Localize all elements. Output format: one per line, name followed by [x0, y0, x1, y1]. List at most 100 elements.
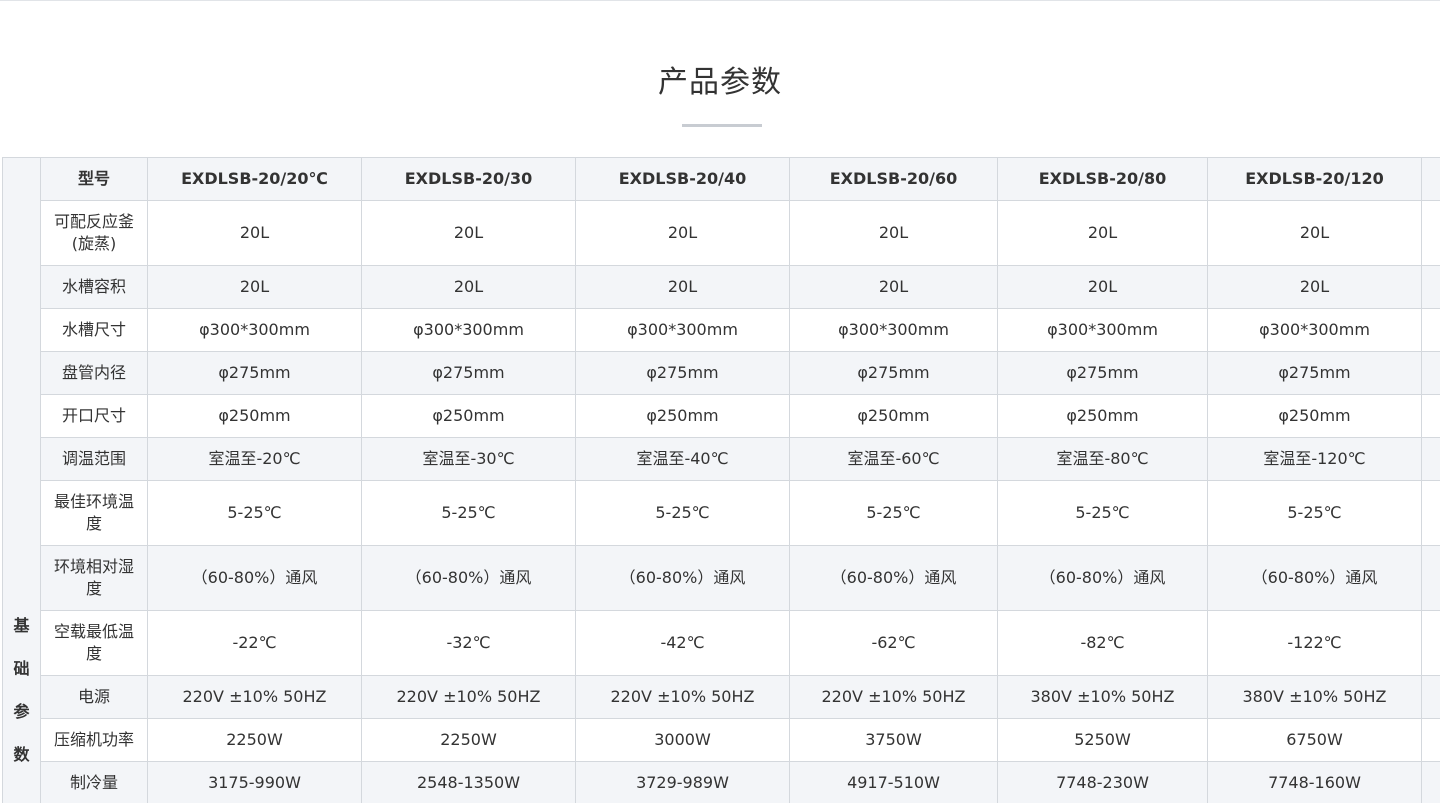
row-label: 水槽容积 — [40, 265, 148, 309]
row-value: 20L — [575, 200, 790, 266]
table-row: 开口尺寸 φ250mm φ250mm φ250mm φ250mm φ250mm … — [3, 394, 1440, 438]
row-value: φ275mm — [1207, 351, 1422, 395]
header-model: EXDLSB-20/30 — [361, 157, 576, 201]
header-model: EXDLSB-20/20℃ — [147, 157, 362, 201]
row-label: 可配反应釜(旋蒸) — [40, 200, 148, 266]
row-value: -42℃ — [575, 610, 790, 676]
table-row: 最佳环境温度 5-25℃ 5-25℃ 5-25℃ 5-25℃ 5-25℃ 5-2… — [3, 480, 1440, 546]
row-value: 220V ±10% 50HZ — [575, 675, 790, 719]
row-value: 20L — [147, 200, 362, 266]
row-value: φ250mm — [789, 394, 998, 438]
header-model: EXDLSB-20/40 — [575, 157, 790, 201]
table-row: 盘管内径 φ275mm φ275mm φ275mm φ275mm φ275mm … — [3, 351, 1440, 395]
table-row: 水槽尺寸 φ300*300mm φ300*300mm φ300*300mm φ3… — [3, 308, 1440, 352]
row-value: φ275mm — [575, 351, 790, 395]
row-overflow-cell — [1421, 200, 1440, 266]
table-row: 空载最低温度 -22℃ -32℃ -42℃ -62℃ -82℃ -122℃ — [3, 610, 1440, 676]
row-label: 水槽尺寸 — [40, 308, 148, 352]
row-value: 2548-1350W — [361, 761, 576, 803]
row-value: -122℃ — [1207, 610, 1422, 676]
row-value: -22℃ — [147, 610, 362, 676]
row-value: （60-80%）通风 — [789, 545, 998, 611]
header-label: 型号 — [40, 157, 148, 201]
row-value: （60-80%）通风 — [361, 545, 576, 611]
row-value: 5-25℃ — [147, 480, 362, 546]
table-row: 调温范围 室温至-20℃ 室温至-30℃ 室温至-40℃ 室温至-60℃ 室温至… — [3, 437, 1440, 481]
group-label: 基 础 参 数 — [3, 186, 40, 776]
row-value: （60-80%）通风 — [1207, 545, 1422, 611]
table-row: 制冷量 3175-990W 2548-1350W 3729-989W 4917-… — [3, 761, 1440, 803]
row-value: 380V ±10% 50HZ — [1207, 675, 1422, 719]
row-value: 室温至-40℃ — [575, 437, 790, 481]
row-value: 5-25℃ — [1207, 480, 1422, 546]
row-value: 4917-510W — [789, 761, 998, 803]
table-header-row: 基 础 参 数 型号 EXDLSB-20/20℃ EXDLSB-20/30 EX… — [2, 157, 1440, 803]
row-value: φ275mm — [997, 351, 1208, 395]
row-value: 20L — [997, 200, 1208, 266]
group-label-char: 础 — [13, 659, 30, 678]
row-value: φ275mm — [789, 351, 998, 395]
row-value: 20L — [789, 265, 998, 309]
row-value: -82℃ — [997, 610, 1208, 676]
row-value: 3000W — [575, 718, 790, 762]
row-value: 室温至-60℃ — [789, 437, 998, 481]
row-value: 20L — [361, 200, 576, 266]
row-label: 制冷量 — [40, 761, 148, 803]
row-value: 7748-230W — [997, 761, 1208, 803]
row-value: 3175-990W — [147, 761, 362, 803]
table-row: 电源 220V ±10% 50HZ 220V ±10% 50HZ 220V ±1… — [3, 675, 1440, 719]
group-label-char: 数 — [13, 745, 30, 764]
row-value: 室温至-30℃ — [361, 437, 576, 481]
row-value: 5-25℃ — [361, 480, 576, 546]
row-overflow-cell — [1421, 351, 1440, 395]
table-row: 环境相对湿度 （60-80%）通风 （60-80%）通风 （60-80%）通风 … — [3, 545, 1440, 611]
row-value: 室温至-120℃ — [1207, 437, 1422, 481]
row-label: 最佳环境温度 — [40, 480, 148, 546]
row-value: （60-80%）通风 — [575, 545, 790, 611]
title-underline — [682, 124, 762, 127]
row-value: 5-25℃ — [789, 480, 998, 546]
row-label: 调温范围 — [40, 437, 148, 481]
group-label-cell: 基 础 参 数 — [2, 157, 41, 803]
header-model: EXDLSB-20/60 — [789, 157, 998, 201]
row-value: φ275mm — [361, 351, 576, 395]
row-overflow-cell — [1421, 545, 1440, 611]
row-value: 20L — [789, 200, 998, 266]
row-value: （60-80%）通风 — [147, 545, 362, 611]
row-overflow-cell — [1421, 437, 1440, 481]
header-model: EXDLSB-20/120 — [1207, 157, 1422, 201]
row-value: 220V ±10% 50HZ — [147, 675, 362, 719]
row-value: φ250mm — [997, 394, 1208, 438]
row-value: 3729-989W — [575, 761, 790, 803]
row-value: φ300*300mm — [147, 308, 362, 352]
row-value: 5250W — [997, 718, 1208, 762]
row-value: 20L — [575, 265, 790, 309]
row-value: φ300*300mm — [789, 308, 998, 352]
group-label-char: 参 — [13, 702, 30, 721]
row-overflow-cell — [1421, 675, 1440, 719]
row-value: -62℃ — [789, 610, 998, 676]
row-value: φ300*300mm — [1207, 308, 1422, 352]
row-value: 20L — [361, 265, 576, 309]
row-value: 室温至-20℃ — [147, 437, 362, 481]
row-label: 盘管内径 — [40, 351, 148, 395]
row-value: 20L — [997, 265, 1208, 309]
row-label: 压缩机功率 — [40, 718, 148, 762]
row-value: 5-25℃ — [997, 480, 1208, 546]
row-label: 开口尺寸 — [40, 394, 148, 438]
row-value: 2250W — [147, 718, 362, 762]
row-overflow-cell — [1421, 308, 1440, 352]
row-overflow-cell — [1421, 480, 1440, 546]
row-value: 2250W — [361, 718, 576, 762]
row-value: φ250mm — [361, 394, 576, 438]
row-value: φ250mm — [147, 394, 362, 438]
row-value: -32℃ — [361, 610, 576, 676]
row-overflow-cell — [1421, 394, 1440, 438]
row-value: 20L — [1207, 200, 1422, 266]
row-value: 220V ±10% 50HZ — [361, 675, 576, 719]
row-overflow-cell — [1421, 265, 1440, 309]
row-value: φ300*300mm — [575, 308, 790, 352]
row-value: 20L — [147, 265, 362, 309]
row-value: 220V ±10% 50HZ — [789, 675, 998, 719]
section-title: 产品参数 — [658, 65, 782, 100]
